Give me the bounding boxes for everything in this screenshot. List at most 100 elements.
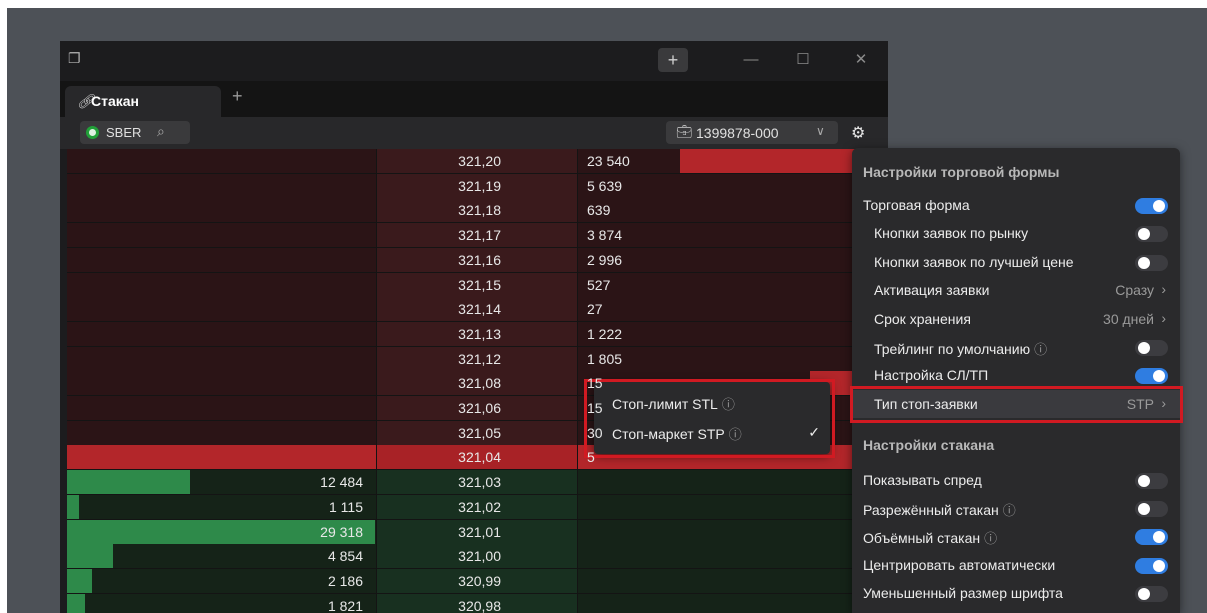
price-cell[interactable]: 321,17 [376, 223, 578, 247]
price-cell[interactable]: 321,04 [376, 445, 578, 469]
close-button[interactable]: ✕ [850, 51, 872, 69]
ask-row[interactable]: 321,16 2 996 [67, 248, 888, 273]
price-cell[interactable]: 320,99 [376, 569, 578, 593]
setting-market-buttons[interactable]: Кнопки заявок по рынку [852, 219, 1180, 247]
setting-trailing[interactable]: Трейлинг по умолчанию ⓘ [852, 333, 1180, 361]
price-cell[interactable]: 321,01 [376, 520, 578, 544]
bid-volume-cell[interactable] [67, 149, 375, 173]
ask-row[interactable]: 321,19 5 639 [67, 174, 888, 199]
price-cell[interactable]: 321,06 [376, 396, 578, 420]
setting-trade-form[interactable]: Торговая форма [852, 191, 1180, 219]
price-cell[interactable]: 321,14 [376, 297, 578, 321]
ask-volume-cell[interactable] [577, 520, 888, 544]
ask-volume-cell[interactable]: 3 874 [577, 223, 888, 247]
bid-volume-cell[interactable]: 1 821 [67, 594, 375, 613]
ask-row[interactable]: 321,13 1 222 [67, 322, 888, 347]
ask-volume-cell[interactable]: 1 222 [577, 322, 888, 346]
bid-row[interactable]: 12 484 321,03 [67, 470, 888, 495]
ask-volume-cell[interactable] [577, 495, 888, 519]
ask-row[interactable]: 321,15 527 [67, 273, 888, 298]
toggle-trailing[interactable] [1135, 340, 1168, 356]
add-widget-button[interactable]: + [658, 48, 688, 72]
ask-volume-cell[interactable]: 23 540 [577, 149, 888, 173]
price-cell[interactable]: 321,20 [376, 149, 578, 173]
toggle-sparse-book[interactable] [1135, 501, 1168, 517]
bid-volume-cell[interactable]: 29 318 [67, 520, 375, 544]
bid-volume-cell[interactable] [67, 198, 375, 222]
setting-expiry[interactable]: Срок хранения 30 дней › [852, 305, 1180, 333]
ask-volume-cell[interactable] [577, 544, 888, 568]
ask-volume-cell[interactable]: 2 996 [577, 248, 888, 272]
bid-volume-cell[interactable]: 2 186 [67, 569, 375, 593]
price-cell[interactable]: 321,13 [376, 322, 578, 346]
bid-volume-cell[interactable] [67, 322, 375, 346]
toggle-small-font[interactable] [1135, 586, 1168, 602]
ask-row[interactable]: 321,12 1 805 [67, 347, 888, 372]
toggle-sltp[interactable] [1135, 368, 1168, 384]
setting-show-spread[interactable]: Показывать спред [852, 466, 1180, 494]
bid-volume-cell[interactable] [67, 421, 375, 445]
ask-row[interactable]: 321,18 639 [67, 198, 888, 223]
price-cell[interactable]: 321,19 [376, 174, 578, 198]
toggle-volume-book[interactable] [1135, 529, 1168, 545]
bid-volume-cell[interactable] [67, 371, 375, 395]
price-cell[interactable]: 321,16 [376, 248, 578, 272]
window-layout-icon[interactable]: ❐ [68, 51, 82, 65]
setting-auto-center[interactable]: Центрировать автоматически [852, 551, 1180, 579]
toggle-trade-form[interactable] [1135, 198, 1168, 214]
minimize-button[interactable]: — [740, 51, 762, 69]
price-cell[interactable]: 321,00 [376, 544, 578, 568]
search-icon[interactable]: ⌕ [157, 123, 165, 140]
ask-volume-cell[interactable]: 27 [577, 297, 888, 321]
bid-volume-cell[interactable] [67, 248, 375, 272]
ask-volume-cell[interactable]: 5 639 [577, 174, 888, 198]
price-cell[interactable]: 321,15 [376, 273, 578, 297]
ask-volume-cell[interactable]: 639 [577, 198, 888, 222]
toggle-show-spread[interactable] [1135, 473, 1168, 489]
ask-volume-cell[interactable] [577, 470, 888, 494]
info-icon[interactable]: ⓘ [1003, 503, 1016, 518]
info-icon[interactable]: ⓘ [1034, 342, 1047, 357]
setting-activation[interactable]: Активация заявки Сразу › [852, 276, 1180, 304]
price-cell[interactable]: 320,98 [376, 594, 578, 613]
toggle-market-buttons[interactable] [1135, 226, 1168, 242]
setting-sltp[interactable]: Настройка СЛ/ТП [852, 361, 1180, 389]
price-cell[interactable]: 321,02 [376, 495, 578, 519]
bid-volume-cell[interactable] [67, 396, 375, 420]
bid-volume-cell[interactable] [67, 174, 375, 198]
price-cell[interactable]: 321,05 [376, 421, 578, 445]
setting-small-font[interactable]: Уменьшенный размер шрифта [852, 579, 1180, 607]
toggle-best-price-buttons[interactable] [1135, 255, 1168, 271]
ask-row[interactable]: 321,20 23 540 [67, 149, 888, 174]
bid-volume-cell[interactable] [67, 273, 375, 297]
account-selector[interactable]: 💼︎ 1399878-000 ∨ [666, 121, 838, 144]
bid-volume-cell[interactable]: 12 484 [67, 470, 375, 494]
ask-volume-cell[interactable] [577, 569, 888, 593]
bid-volume-cell[interactable] [67, 347, 375, 371]
price-cell[interactable]: 321,08 [376, 371, 578, 395]
gear-icon[interactable]: ⚙ [851, 123, 865, 143]
ask-row[interactable]: 321,14 27 [67, 297, 888, 322]
bid-volume-cell[interactable] [67, 223, 375, 247]
bid-volume-cell[interactable] [67, 297, 375, 321]
bid-row[interactable]: 29 318 321,01 [67, 520, 888, 545]
bid-row[interactable]: 1 821 320,98 [67, 594, 888, 613]
info-icon[interactable]: ⓘ [984, 531, 997, 546]
price-cell[interactable]: 321,12 [376, 347, 578, 371]
bid-volume-cell[interactable] [67, 445, 375, 469]
ask-row[interactable]: 321,17 3 874 [67, 223, 888, 248]
bid-volume-cell[interactable]: 4 854 [67, 544, 375, 568]
add-tab-button[interactable]: + [232, 86, 243, 107]
price-cell[interactable]: 321,18 [376, 198, 578, 222]
maximize-button[interactable]: ☐ [792, 51, 814, 69]
ask-volume-cell[interactable]: 527 [577, 273, 888, 297]
tab-order-book[interactable]: 🔗︎ Стакан [65, 86, 221, 117]
setting-sparse-book[interactable]: Разрежённый стакан ⓘ [852, 494, 1180, 522]
price-cell[interactable]: 321,03 [376, 470, 578, 494]
ask-volume-cell[interactable]: 1 805 [577, 347, 888, 371]
bid-row[interactable]: 4 854 321,00 [67, 544, 888, 569]
setting-volume-book[interactable]: Объёмный стакан ⓘ [852, 522, 1180, 550]
bid-row[interactable]: 2 186 320,99 [67, 569, 888, 594]
toggle-auto-center[interactable] [1135, 558, 1168, 574]
ticker-selector[interactable]: SBER ⌕ [80, 121, 190, 144]
